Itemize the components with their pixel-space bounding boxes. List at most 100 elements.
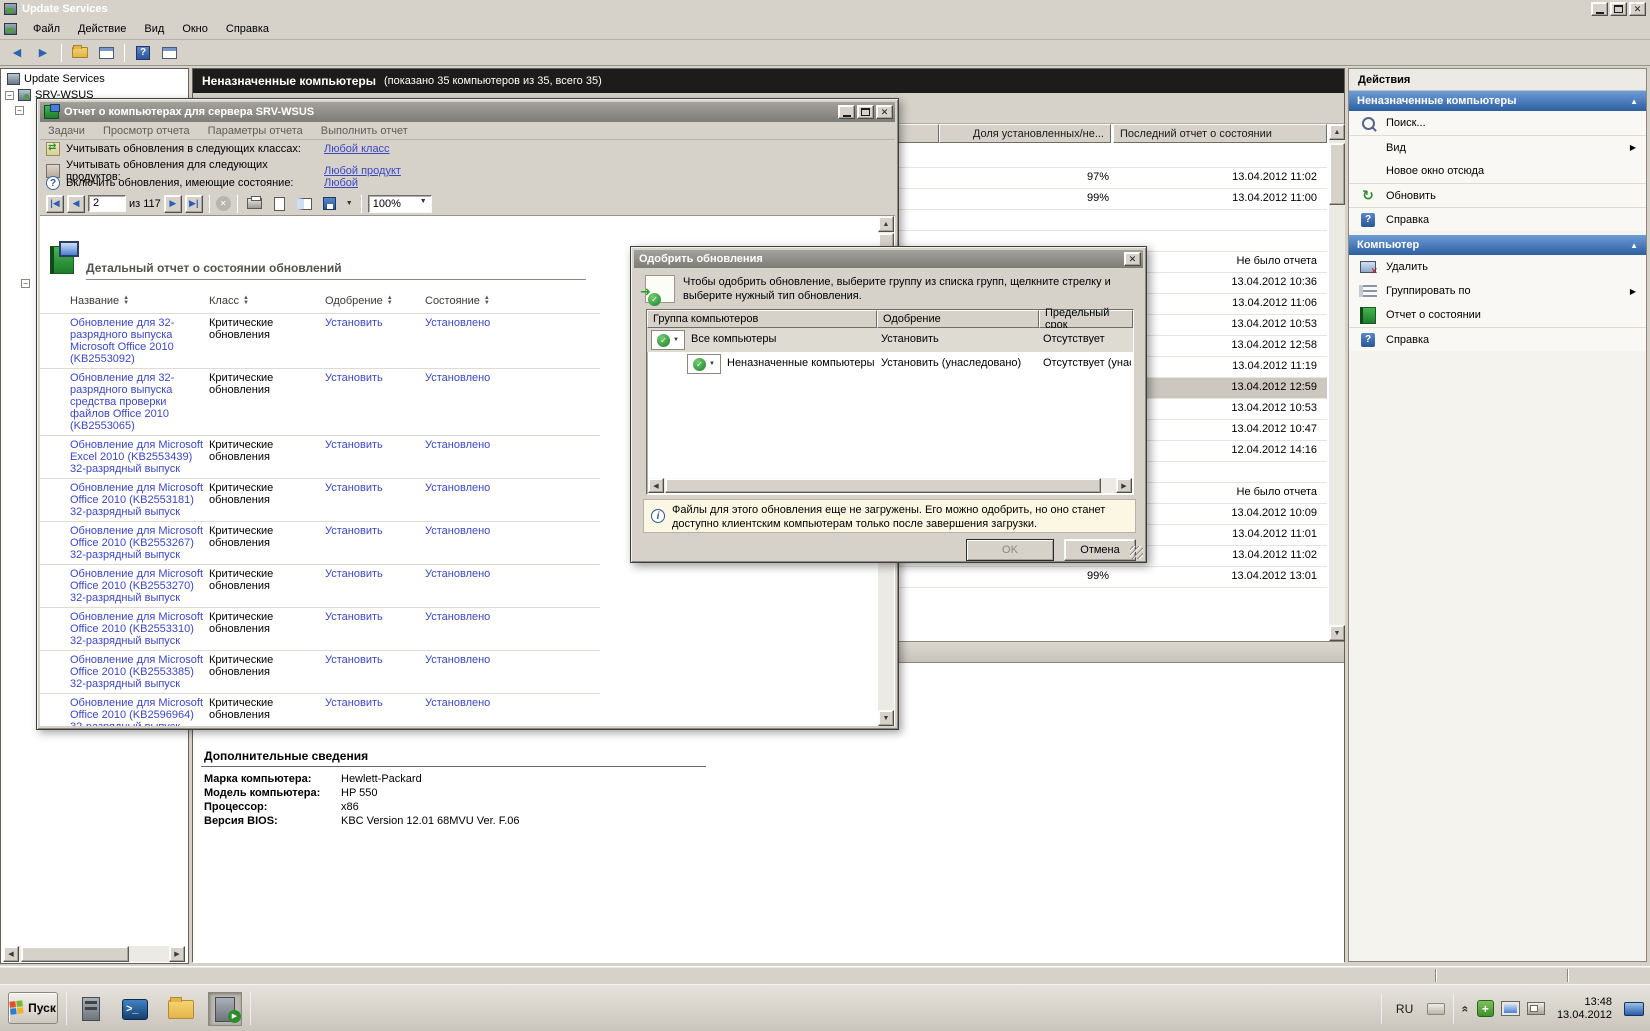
maximize-button[interactable] — [1610, 2, 1627, 16]
tree-horizontal-scrollbar[interactable]: ◀ ▶ — [3, 946, 185, 962]
update-approval-link[interactable]: Установить — [325, 317, 421, 365]
update-name-link[interactable]: Обновление для 32-разрядного выпуска Mic… — [70, 317, 204, 365]
column-header-last-report[interactable]: Последний отчет о состоянии — [1113, 124, 1327, 143]
computers-vertical-scrollbar[interactable]: ▲ ▼ — [1329, 124, 1345, 641]
prev-page-icon[interactable]: ◀ — [67, 195, 85, 213]
collapse-expander-icon[interactable]: − — [5, 91, 14, 100]
update-name-link[interactable]: Обновление для Microsoft Office 2010 (KB… — [70, 482, 204, 518]
update-services-taskbar-icon[interactable] — [208, 992, 242, 1026]
action-item[interactable]: Вид ▶ — [1349, 135, 1646, 159]
sort-icon[interactable]: ▲▼ — [484, 296, 490, 306]
action-item[interactable]: Удалить ▶ — [1349, 255, 1646, 279]
main-title-bar[interactable]: Update Services ✕ — [0, 0, 1650, 18]
report-menu-tasks[interactable]: Задачи — [40, 123, 93, 139]
scroll-down-icon[interactable]: ▼ — [1329, 625, 1345, 641]
update-name-link[interactable]: Обновление для Microsoft Excel 2010 (KB2… — [70, 439, 204, 475]
close-button[interactable]: ✕ — [1124, 252, 1141, 266]
sort-icon[interactable]: ▲▼ — [123, 296, 129, 306]
wsus-tray-icon[interactable]: + — [1477, 1000, 1494, 1017]
update-approval-link[interactable]: Установить — [325, 697, 421, 726]
report-menu-report-options[interactable]: Параметры отчета — [200, 123, 311, 139]
scroll-down-icon[interactable]: ▼ — [878, 710, 894, 726]
forward-icon[interactable]: ▶ — [32, 43, 54, 63]
resize-grip[interactable] — [1130, 546, 1143, 559]
report-menu-run-report[interactable]: Выполнить отчет — [313, 123, 416, 139]
column-header-state[interactable]: Состояние▲▼ — [425, 295, 535, 307]
update-name-link[interactable]: Обновление для Microsoft Office 2010 (KB… — [70, 611, 204, 647]
column-header-name[interactable]: Название▲▼ — [70, 295, 204, 307]
column-header-approval[interactable]: Одобрение — [877, 310, 1039, 328]
powershell-icon[interactable]: >_ — [118, 992, 152, 1026]
cancel-button[interactable]: Отмена — [1064, 539, 1136, 561]
update-approval-link[interactable]: Установить — [325, 611, 421, 647]
close-button[interactable]: ✕ — [876, 105, 893, 119]
tree-item-update-services[interactable]: Update Services — [5, 71, 107, 87]
action-item[interactable]: Обновить ▶ — [1349, 183, 1646, 207]
column-header-group[interactable]: Группа компьютеров — [647, 310, 877, 328]
maximize-button[interactable] — [857, 105, 874, 119]
back-icon[interactable]: ◀ — [6, 43, 28, 63]
menu-help[interactable]: Справка — [218, 20, 277, 38]
scroll-up-icon[interactable]: ▲ — [878, 216, 894, 232]
print-layout-icon[interactable] — [269, 194, 291, 214]
update-approval-link[interactable]: Установить — [325, 372, 421, 432]
scroll-left-icon[interactable]: ◀ — [3, 946, 19, 962]
show-desktop-icon[interactable] — [1624, 1002, 1644, 1016]
menu-view[interactable]: Вид — [136, 20, 172, 38]
scroll-right-icon[interactable]: ▶ — [1116, 478, 1132, 493]
update-approval-link[interactable]: Установить — [325, 482, 421, 518]
collapse-expander-icon[interactable]: − — [21, 279, 30, 288]
update-name-link[interactable]: Обновление для Microsoft Office 2010 (KB… — [70, 697, 204, 726]
actions-section-header-computers[interactable]: Неназначенные компьютеры ▲ — [1349, 91, 1646, 111]
print-icon[interactable] — [244, 194, 266, 214]
close-button[interactable]: ✕ — [1629, 2, 1646, 16]
show-hide-console-tree-icon[interactable] — [95, 43, 117, 63]
sort-icon[interactable]: ▲▼ — [243, 296, 249, 306]
update-name-link[interactable]: Обновление для 32-разрядного выпуска сре… — [70, 372, 204, 432]
scrollbar-thumb[interactable] — [21, 946, 129, 962]
taskbar-clock[interactable]: 13:48 13.04.2012 — [1553, 996, 1616, 1022]
start-button[interactable]: Пуск — [8, 992, 58, 1024]
menu-action[interactable]: Действие — [70, 20, 134, 38]
scrollbar-thumb[interactable] — [1329, 143, 1345, 205]
collapse-expander-icon[interactable]: − — [15, 106, 24, 115]
filter-link-any-status[interactable]: Любой — [324, 177, 358, 189]
column-header-approval[interactable]: Одобрение▲▼ — [325, 295, 421, 307]
approval-dropdown-button[interactable]: ✓ ▼ — [687, 354, 721, 374]
filter-link-any-class[interactable]: Любой класс — [324, 143, 390, 155]
menu-window[interactable]: Окно — [174, 20, 216, 38]
zoom-select[interactable]: 100% ▼ — [368, 195, 432, 213]
groups-horizontal-scrollbar[interactable]: ◀ ▶ — [648, 478, 1132, 493]
keyboard-icon[interactable] — [1427, 1003, 1445, 1015]
network-tray-icon[interactable] — [1527, 1002, 1545, 1015]
update-approval-link[interactable]: Установить — [325, 568, 421, 604]
update-approval-link[interactable]: Установить — [325, 654, 421, 690]
stop-refresh-icon[interactable]: ✕ — [216, 196, 231, 211]
actions-section-header-computer[interactable]: Компьютер ▲ — [1349, 235, 1646, 255]
column-header-installed[interactable]: Доля установленных/не... — [939, 124, 1111, 143]
update-approval-link[interactable]: Установить — [325, 439, 421, 475]
report-menu-view-report[interactable]: Просмотр отчета — [95, 123, 198, 139]
language-indicator[interactable]: RU — [1390, 998, 1419, 1020]
server-manager-icon[interactable] — [74, 992, 108, 1026]
update-name-link[interactable]: Обновление для Microsoft Office 2010 (KB… — [70, 654, 204, 690]
console-menu-icon[interactable] — [4, 23, 17, 35]
group-row[interactable]: ✓ ▼ Неназначенные компьютеры Установить … — [647, 352, 1133, 376]
export-list-icon[interactable] — [69, 43, 91, 63]
dialog-title-bar[interactable]: Одобрить обновления ✕ — [634, 250, 1143, 268]
scroll-left-icon[interactable]: ◀ — [648, 478, 664, 493]
scroll-right-icon[interactable]: ▶ — [169, 946, 185, 962]
action-item[interactable]: Отчет о состоянии ▶ — [1349, 303, 1646, 327]
sort-icon[interactable]: ▲▼ — [387, 296, 393, 306]
column-header-deadline[interactable]: Предельный срок — [1039, 310, 1133, 328]
show-action-pane-icon[interactable] — [158, 43, 180, 63]
action-item[interactable]: Новое окно отсюда ▶ — [1349, 159, 1646, 183]
update-name-link[interactable]: Обновление для Microsoft Office 2010 (KB… — [70, 568, 204, 604]
export-dropdown-icon[interactable]: ▼ — [344, 200, 355, 207]
report-title-bar[interactable]: Отчет о компьютерах для сервера SRV-WSUS… — [40, 102, 895, 122]
page-setup-icon[interactable] — [294, 194, 316, 214]
update-approval-link[interactable]: Установить — [325, 525, 421, 561]
first-page-icon[interactable]: |◀ — [46, 195, 64, 213]
page-number-input[interactable]: 2 — [88, 195, 126, 212]
collapse-caret-icon[interactable]: ▲ — [1630, 97, 1638, 106]
